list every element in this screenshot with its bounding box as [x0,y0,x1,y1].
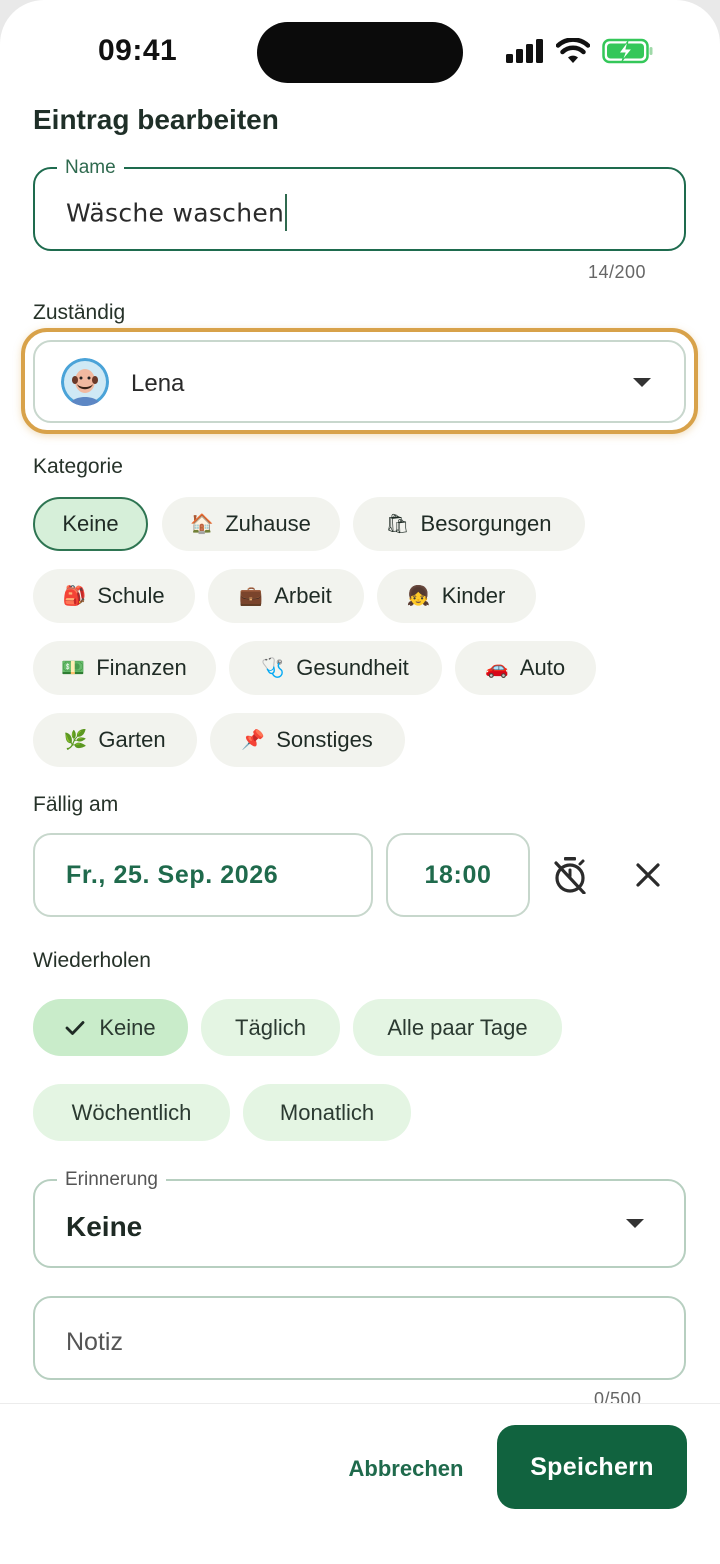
due-time-value: 18:00 [424,860,492,889]
save-button[interactable]: Speichern [497,1425,687,1509]
category-chip-keine[interactable]: Keine [33,497,148,551]
category-chip-schule[interactable]: 🎒 Schule [33,569,195,623]
due-label: Fällig am [33,793,119,816]
category-chip-kinder[interactable]: 👧 Kinder [377,569,536,623]
due-time-button[interactable]: 18:00 [386,833,530,917]
note-field[interactable]: Notiz [33,1296,686,1380]
check-icon [65,1020,85,1035]
backpack-icon: 🎒 [62,585,87,607]
category-chip-finanzen[interactable]: 💵 Finanzen [33,641,216,695]
briefcase-icon: 💼 [239,585,264,607]
due-date-button[interactable]: Fr., 25. Sep. 2026 [33,833,373,917]
battery-charging-icon [602,38,653,64]
category-label: Kategorie [33,455,123,478]
chevron-down-icon [626,1219,644,1228]
category-chip-auto[interactable]: 🚗 Auto [455,641,596,695]
timer-off-icon [554,857,586,894]
timer-off-button[interactable] [545,850,595,900]
chip-label: Täglich [235,1014,306,1040]
chip-label: Kinder [441,583,506,608]
stethoscope-icon: 🩺 [261,657,286,679]
chip-label: Keine [99,1014,156,1040]
category-chip-garten[interactable]: 🌿 Garten [33,713,197,767]
chip-label: Arbeit [274,583,332,608]
status-time: 09:41 [98,34,178,67]
chip-label: Finanzen [96,655,187,680]
repeat-chip-taeglich[interactable]: Täglich [201,999,340,1056]
repeat-chip-monatlich[interactable]: Monatlich [243,1084,411,1141]
category-chip-sonstiges[interactable]: 📌 Sonstiges [210,713,405,767]
name-field-value-wrap: Wäsche waschen [66,194,288,233]
reminder-dropdown[interactable]: Erinnerung Keine [33,1169,686,1268]
assignee-dropdown[interactable]: Lena [33,340,686,423]
chip-label: Auto [519,655,566,680]
close-icon [636,863,660,887]
cellular-signal-icon [506,39,543,63]
cancel-button[interactable]: Abbrechen [334,1452,478,1486]
chip-label: Keine [62,511,119,536]
status-icons [506,38,654,64]
dynamic-island [257,22,463,83]
name-field-label: Name [57,157,124,179]
name-counter: 14/200 [588,262,647,282]
pushpin-icon: 📌 [241,729,266,751]
chip-label: Schule [97,583,165,608]
chip-label: Garten [98,727,166,752]
reminder-label: Erinnerung [57,1169,166,1191]
reminder-value: Keine [66,1211,143,1242]
avatar [61,358,109,406]
category-chip-arbeit[interactable]: 💼 Arbeit [208,569,364,623]
child-icon: 👧 [406,585,431,607]
wifi-icon [556,38,590,63]
note-placeholder: Notiz [66,1328,123,1356]
name-field[interactable]: Name Wäsche waschen [33,157,686,251]
bottom-action-bar: Abbrechen Speichern [0,1403,720,1564]
text-caret [285,194,288,231]
chip-label: Wöchentlich [71,1099,192,1125]
due-date-value: Fr., 25. Sep. 2026 [66,860,279,889]
assignee-name: Lena [131,370,185,397]
chip-label: Besorgungen [420,511,552,536]
page-title: Eintrag bearbeiten [33,104,279,135]
category-chip-besorgungen[interactable]: 🛍 Besorgungen [353,497,585,551]
herb-icon: 🌿 [63,729,88,751]
edit-entry-screen: 09:41 Eintrag bearbeiten Name Wäsche was… [0,0,720,1564]
repeat-label: Wiederholen [33,949,151,972]
chip-label: Zuhause [225,511,311,536]
house-icon: 🏠 [190,513,215,535]
assignee-label: Zuständig [33,301,126,324]
clear-due-button[interactable] [623,850,673,900]
shopping-bags-icon: 🛍 [385,513,410,535]
chip-label: Gesundheit [296,655,409,680]
category-chip-gesundheit[interactable]: 🩺 Gesundheit [229,641,442,695]
repeat-chip-keine[interactable]: Keine [33,999,188,1056]
chip-label: Monatlich [279,1099,375,1125]
chip-label: Alle paar Tage [387,1014,528,1040]
car-icon: 🚗 [485,657,509,679]
category-chip-zuhause[interactable]: 🏠 Zuhause [162,497,340,551]
chevron-down-icon [633,378,651,387]
repeat-chip-alle-paar-tage[interactable]: Alle paar Tage [353,999,562,1056]
banknote-icon: 💵 [61,657,86,679]
chip-label: Sonstiges [276,727,373,752]
name-field-value: Wäsche waschen [66,198,285,228]
repeat-chip-woechentlich[interactable]: Wöchentlich [33,1084,230,1141]
